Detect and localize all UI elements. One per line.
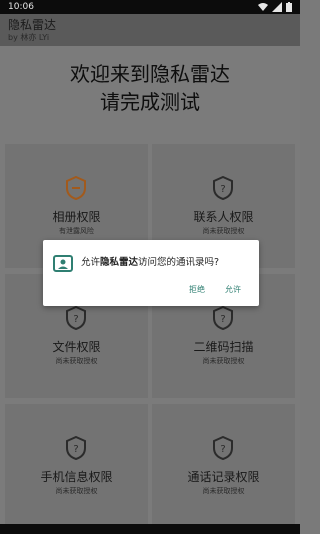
battery-icon — [286, 2, 292, 12]
allow-button[interactable]: 允许 — [225, 284, 241, 295]
status-bar: 10:06 — [0, 0, 300, 14]
card-call-log-permission[interactable]: ? 通话记录权限 尚未获取授权 — [152, 404, 295, 528]
question-shield-icon: ? — [66, 436, 86, 460]
question-shield-icon: ? — [213, 436, 233, 460]
permission-dialog: 允许隐私雷达访问您的通讯录吗? 拒绝 允许 — [43, 240, 259, 306]
question-shield-icon: ? — [66, 306, 86, 330]
status-time: 10:06 — [8, 2, 34, 12]
dialog-app-name: 隐私雷达 — [100, 257, 139, 268]
headline-line-1: 欢迎来到隐私雷达 — [70, 62, 230, 86]
contacts-icon — [53, 255, 73, 272]
card-status: 尚未获取授权 — [202, 227, 245, 235]
permission-grid: 相册权限 有泄露风险 ? 联系人权限 尚未获取授权 ? 文件权限 尚未获取授权 … — [5, 144, 295, 534]
status-icons — [258, 2, 292, 12]
card-status: 有泄露风险 — [59, 227, 94, 235]
card-status: 尚未获取授权 — [202, 487, 245, 495]
dialog-prefix: 允许 — [81, 257, 101, 268]
card-status: 尚未获取授权 — [55, 487, 98, 495]
svg-text:?: ? — [220, 444, 225, 455]
question-shield-icon: ? — [213, 176, 233, 200]
card-label: 相册权限 — [52, 210, 101, 224]
card-label: 联系人权限 — [193, 210, 254, 224]
app-subtitle: by 林亦 LYi — [8, 33, 50, 42]
app-bar: 隐私雷达 by 林亦 LYi — [0, 14, 300, 46]
svg-text:?: ? — [220, 314, 225, 325]
question-shield-icon: ? — [213, 306, 233, 330]
svg-text:?: ? — [73, 444, 78, 455]
card-label: 文件权限 — [52, 340, 101, 354]
card-label: 手机信息权限 — [40, 470, 113, 484]
dialog-suffix: 访问您的通讯录吗? — [138, 257, 220, 268]
card-label: 二维码扫描 — [193, 340, 254, 354]
card-label: 通话记录权限 — [187, 470, 260, 484]
album-warning-icon — [66, 176, 86, 200]
svg-text:?: ? — [73, 314, 78, 325]
welcome-headline: 欢迎来到隐私雷达 请完成测试 — [0, 60, 300, 116]
navigation-bar — [0, 524, 300, 534]
svg-text:?: ? — [220, 184, 225, 195]
app-title: 隐私雷达 — [8, 18, 57, 32]
dialog-message: 允许隐私雷达访问您的通讯录吗? — [81, 254, 219, 268]
headline-line-2: 请完成测试 — [100, 90, 200, 114]
card-status: 尚未获取授权 — [55, 357, 98, 365]
card-phone-info-permission[interactable]: ? 手机信息权限 尚未获取授权 — [5, 404, 148, 528]
wifi-icon — [258, 3, 268, 11]
deny-button[interactable]: 拒绝 — [189, 284, 205, 295]
signal-icon — [272, 2, 282, 12]
card-status: 尚未获取授权 — [202, 357, 245, 365]
